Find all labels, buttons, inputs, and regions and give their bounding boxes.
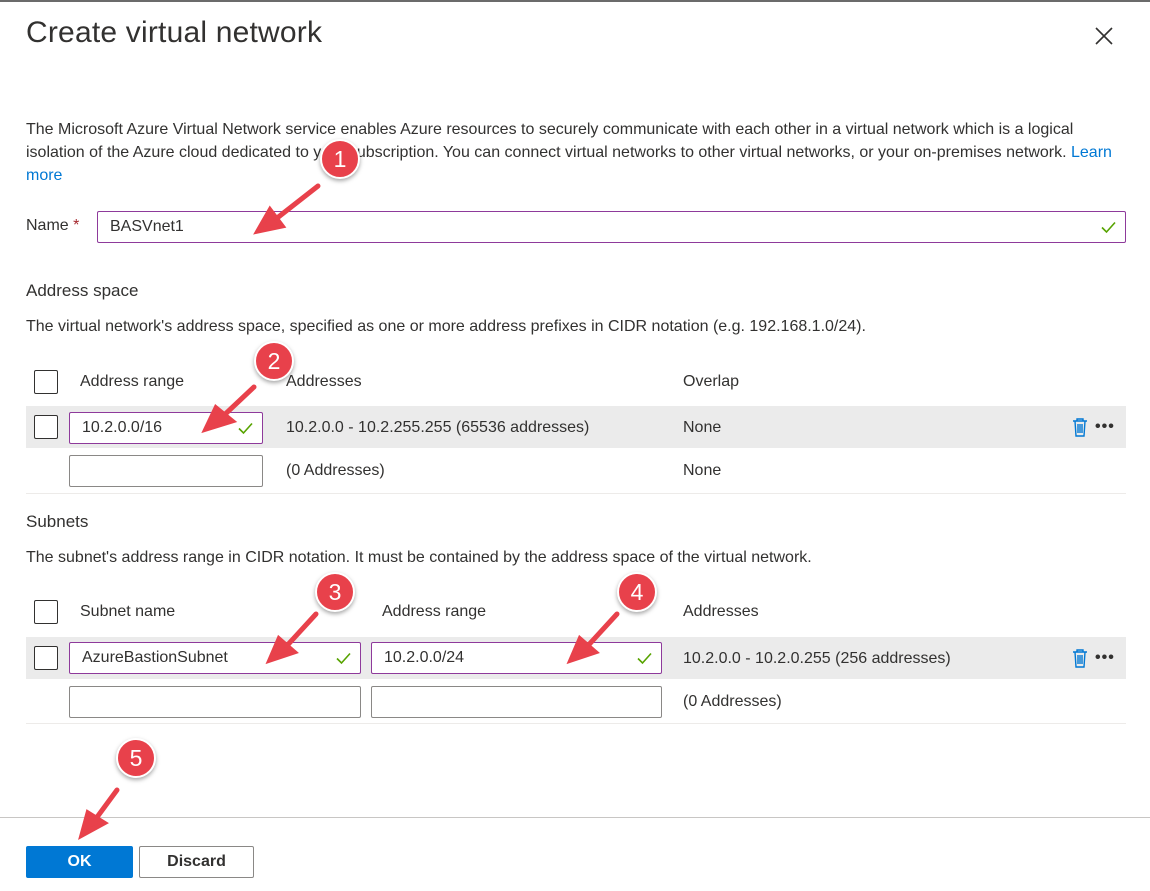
address-space-title: Address space bbox=[26, 281, 139, 300]
subnet-row-1-more-icon[interactable]: ••• bbox=[1095, 649, 1115, 667]
name-label: Name * bbox=[26, 217, 79, 235]
subnet-select-all-checkbox[interactable] bbox=[34, 600, 58, 624]
address-col-addresses: Addresses bbox=[286, 373, 362, 390]
subnet-row-1-addresses: 10.2.0.0 - 10.2.0.255 (256 addresses) bbox=[683, 650, 951, 667]
address-row-1-checkbox[interactable] bbox=[34, 415, 58, 439]
callout-1: 1 bbox=[320, 139, 360, 179]
footer-divider bbox=[0, 817, 1150, 818]
address-col-range: Address range bbox=[80, 373, 185, 390]
subnet-name-input-2[interactable] bbox=[69, 686, 361, 718]
subnet-row-2-addresses: (0 Addresses) bbox=[683, 693, 782, 710]
subnet-name-value-1: AzureBastionSubnet bbox=[82, 649, 228, 666]
dialog-title: Create virtual network bbox=[26, 16, 323, 49]
callout-3: 3 bbox=[315, 572, 355, 612]
address-table-divider bbox=[26, 493, 1126, 494]
subnets-title: Subnets bbox=[26, 512, 89, 531]
trash-icon[interactable] bbox=[1071, 416, 1089, 438]
check-icon bbox=[238, 422, 253, 435]
top-border bbox=[0, 0, 1150, 2]
check-icon bbox=[1101, 221, 1116, 234]
subnet-col-name: Subnet name bbox=[80, 603, 176, 620]
address-row-1-addresses: 10.2.0.0 - 10.2.255.255 (65536 addresses… bbox=[286, 419, 590, 436]
check-icon bbox=[336, 652, 351, 665]
subnet-range-input-1[interactable]: 10.2.0.0/24 bbox=[371, 642, 662, 674]
address-range-value-1: 10.2.0.0/16 bbox=[82, 419, 163, 436]
check-icon bbox=[637, 652, 652, 665]
subnet-range-input-2[interactable] bbox=[371, 686, 662, 718]
subnets-description: The subnet's address range in CIDR notat… bbox=[26, 549, 812, 566]
callout-2: 2 bbox=[254, 341, 294, 381]
address-range-input-2[interactable] bbox=[69, 455, 263, 487]
close-icon[interactable] bbox=[1090, 22, 1118, 50]
close-button[interactable] bbox=[1090, 22, 1118, 50]
address-row-1-more-icon[interactable]: ••• bbox=[1095, 418, 1115, 436]
subnet-name-input-1[interactable]: AzureBastionSubnet bbox=[69, 642, 361, 674]
address-range-input-1[interactable]: 10.2.0.0/16 bbox=[69, 412, 263, 444]
subnet-row-1-checkbox[interactable] bbox=[34, 646, 58, 670]
address-select-all-checkbox[interactable] bbox=[34, 370, 58, 394]
subnet-col-range: Address range bbox=[382, 603, 487, 620]
address-row-1-overlap: None bbox=[683, 419, 722, 436]
callout-5: 5 bbox=[116, 738, 156, 778]
name-label-text: Name bbox=[26, 217, 69, 234]
address-row-2-overlap: None bbox=[683, 462, 722, 479]
address-row-2-addresses: (0 Addresses) bbox=[286, 462, 385, 479]
trash-icon[interactable] bbox=[1071, 647, 1089, 669]
address-space-description: The virtual network's address space, spe… bbox=[26, 318, 866, 335]
discard-button[interactable]: Discard bbox=[139, 846, 254, 878]
ok-button[interactable]: OK bbox=[26, 846, 133, 878]
callout-4: 4 bbox=[617, 572, 657, 612]
dialog-description: The Microsoft Azure Virtual Network serv… bbox=[26, 118, 1126, 187]
name-input[interactable]: BASVnet1 bbox=[97, 211, 1126, 243]
subnet-range-value-1: 10.2.0.0/24 bbox=[384, 649, 465, 666]
subnet-table-divider bbox=[26, 723, 1126, 724]
description-text: The Microsoft Azure Virtual Network serv… bbox=[26, 121, 1074, 161]
name-input-value: BASVnet1 bbox=[110, 218, 184, 235]
subnet-col-addresses: Addresses bbox=[683, 603, 759, 620]
address-col-overlap: Overlap bbox=[683, 373, 740, 390]
required-mark: * bbox=[73, 217, 80, 234]
